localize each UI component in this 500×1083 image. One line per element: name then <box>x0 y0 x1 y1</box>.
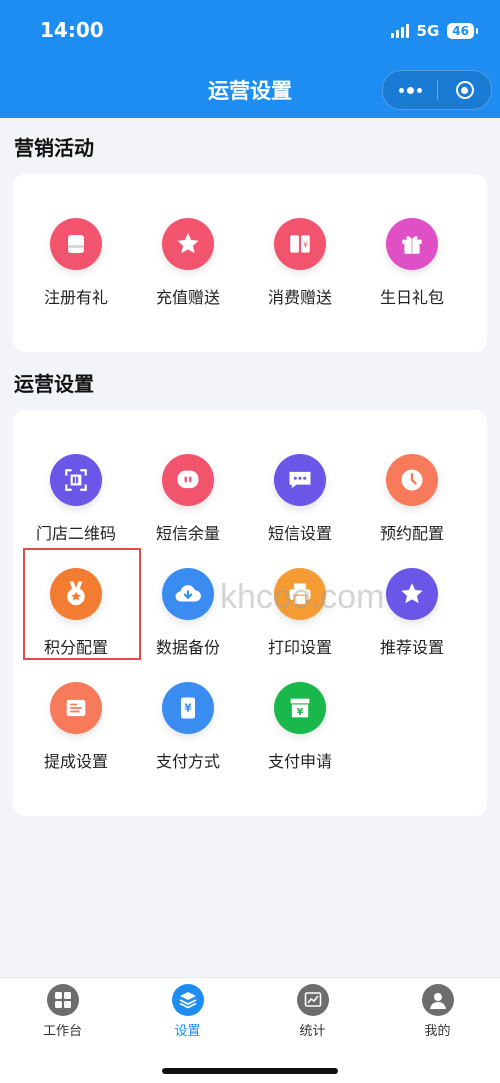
operations-item-4[interactable]: 预约配置 <box>356 432 468 546</box>
user-icon <box>421 984 454 1016</box>
signal-icon <box>390 24 409 38</box>
status-time: 14:00 <box>40 18 104 42</box>
qr-scan-icon <box>50 454 102 506</box>
home-indicator <box>162 1068 338 1074</box>
tab-grid[interactable]: 工作台 <box>0 978 125 1048</box>
ticket-icon: ¥ <box>274 218 326 270</box>
svg-text:¥: ¥ <box>184 703 192 715</box>
gift-card-icon <box>50 218 102 270</box>
header: 14:00 5G 46 运营设置 <box>0 0 500 118</box>
marketing-item-label: 注册有礼 <box>43 288 108 307</box>
sms-bubble-icon <box>162 454 214 506</box>
operations-item-label: 打印设置 <box>267 638 332 657</box>
document-icon <box>50 682 102 734</box>
mini-program-capsule <box>382 70 492 110</box>
close-target-icon[interactable] <box>438 71 491 109</box>
operations-item-5[interactable]: 积分配置 <box>20 546 141 660</box>
medal-icon <box>50 568 102 620</box>
gift-box-icon <box>386 218 438 270</box>
marketing-item-label: 充值赠送 <box>155 288 220 307</box>
yen-card-icon: ¥ <box>162 682 214 734</box>
chart-icon <box>296 984 329 1016</box>
operations-item-label: 短信设置 <box>267 524 332 543</box>
tab-label: 工作台 <box>42 1024 82 1039</box>
yen-box-icon: ¥ <box>274 682 326 734</box>
operations-item-label: 提成设置 <box>43 752 108 771</box>
marketing-item-4[interactable]: 生日礼包 <box>356 196 468 310</box>
network-label: 5G <box>416 22 440 40</box>
section-title-operations: 运营设置 <box>14 372 94 396</box>
operations-item-10[interactable]: ¥ 支付方式 <box>132 660 244 774</box>
operations-item-label: 短信余量 <box>155 524 220 543</box>
svg-text:¥: ¥ <box>303 240 308 249</box>
tab-label: 设置 <box>174 1024 201 1039</box>
operations-item-11[interactable]: ¥ 支付申请 <box>244 660 356 774</box>
operations-item-label: 预约配置 <box>379 524 444 543</box>
section-title-marketing: 营销活动 <box>14 136 94 160</box>
battery-icon: 46 <box>447 23 478 39</box>
operations-item-label: 推荐设置 <box>379 638 444 657</box>
operations-item-3[interactable]: 短信设置 <box>244 432 356 546</box>
star-icon <box>386 568 438 620</box>
marketing-card: 注册有礼 充值赠送 ¥ 消费赠送 生日礼包 <box>13 174 487 352</box>
message-icon <box>274 454 326 506</box>
operations-item-label: 积分配置 <box>43 638 108 657</box>
more-options-icon[interactable] <box>383 71 437 109</box>
grid-icon <box>46 984 79 1016</box>
marketing-item-label: 生日礼包 <box>379 288 444 307</box>
tab-user[interactable]: 我的 <box>375 978 500 1048</box>
cloud-download-icon <box>162 568 214 620</box>
operations-item-1[interactable]: 门店二维码 <box>20 432 132 546</box>
tab-layers[interactable]: 设置 <box>125 978 250 1048</box>
operations-item-label: 数据备份 <box>155 638 220 657</box>
marketing-item-label: 消费赠送 <box>267 288 332 307</box>
tab-chart[interactable]: 统计 <box>250 978 375 1048</box>
layers-icon <box>171 984 204 1016</box>
star-icon <box>162 218 214 270</box>
operations-item-label: 支付申请 <box>267 752 332 771</box>
tab-label: 统计 <box>299 1024 326 1039</box>
operations-item-label: 门店二维码 <box>35 524 116 543</box>
svg-text:¥: ¥ <box>297 707 304 718</box>
marketing-item-3[interactable]: ¥ 消费赠送 <box>244 196 356 310</box>
marketing-item-2[interactable]: 充值赠送 <box>132 196 244 310</box>
marketing-item-1[interactable]: 注册有礼 <box>20 196 132 310</box>
operations-item-2[interactable]: 短信余量 <box>132 432 244 546</box>
operations-item-9[interactable]: 提成设置 <box>20 660 132 774</box>
watermark: khcoo.com <box>220 578 385 616</box>
clock-icon <box>386 454 438 506</box>
tab-label: 我的 <box>424 1024 451 1039</box>
operations-item-label: 支付方式 <box>155 752 220 771</box>
tab-bar: 工作台 设置 统计 我的 <box>0 977 500 1083</box>
status-indicators: 5G 46 <box>390 22 478 40</box>
